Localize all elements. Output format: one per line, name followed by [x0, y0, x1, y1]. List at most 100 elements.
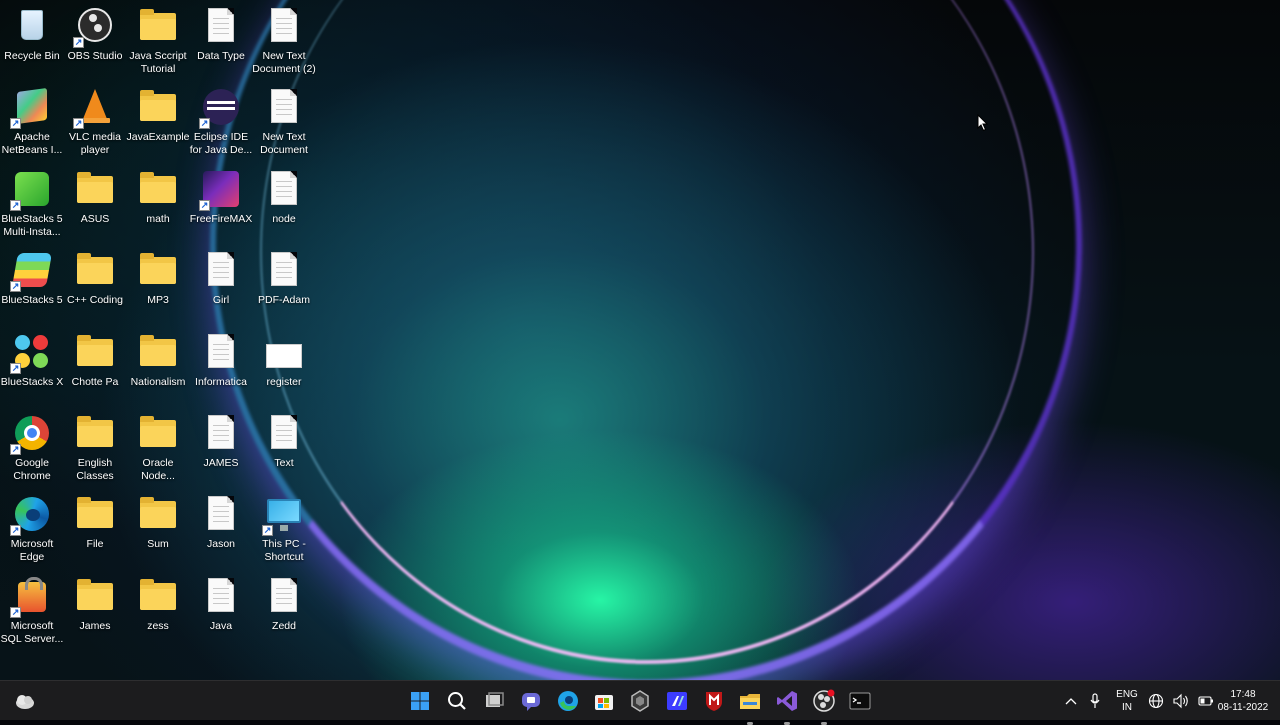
text-document-icon — [201, 413, 241, 453]
desktop-icon-c-coding[interactable]: C++ Coding — [63, 246, 127, 324]
desktop-icon-label: JavaExample — [126, 131, 190, 144]
clock-date: 08-11-2022 — [1217, 702, 1269, 713]
folder-icon — [138, 332, 178, 372]
desktop-icon-label: This PC - Shortcut — [262, 538, 306, 564]
text-document-icon — [201, 250, 241, 290]
desktop-icon-bluestacks-5[interactable]: ↗ BlueStacks 5 — [0, 246, 64, 324]
widgets-button[interactable] — [12, 681, 38, 721]
desktop-icon-chotte-pa[interactable]: Chotte Pa — [63, 328, 127, 406]
desktop-icon-bluestacks-x[interactable]: ↗ BlueStacks X — [0, 328, 64, 406]
desktop-icon-text[interactable]: Text — [252, 409, 316, 487]
desktop-icon-file[interactable]: File — [63, 490, 127, 568]
edge-icon: ↗ — [10, 494, 52, 537]
folder-icon — [75, 332, 115, 372]
shortcut-arrow-icon: ↗ — [73, 37, 84, 48]
app-button-1[interactable] — [627, 688, 653, 714]
desktop-icon-sum[interactable]: Sum — [126, 490, 190, 568]
desktop-icon-microsoft-sql-server[interactable]: ↗ Microsoft SQL Server... — [0, 572, 64, 650]
language-indicator[interactable]: ENG IN — [1110, 681, 1144, 721]
folder-icon — [138, 169, 178, 209]
desktop-icon-label: Java Sccript Tutorial — [129, 50, 187, 75]
desktop-icon-java[interactable]: Java — [189, 572, 253, 650]
desktop-icon-obs-studio[interactable]: ↗ OBS Studio — [63, 2, 127, 80]
desktop-icon-label: Text — [274, 457, 294, 469]
mcafee-button[interactable] — [701, 688, 727, 714]
chrome-icon: ↗ — [10, 413, 52, 455]
task-view-button[interactable] — [481, 688, 507, 714]
show-hidden-icons-button[interactable] — [1062, 681, 1080, 721]
desktop-icon-node[interactable]: node — [252, 165, 316, 243]
desktop-icon-java-sccript-tutorial[interactable]: Java Sccript Tutorial — [126, 2, 190, 80]
desktop-icon-zess[interactable]: zess — [126, 572, 190, 650]
desktop-icon-label: Recycle Bin — [4, 50, 60, 62]
chat-button[interactable] — [518, 688, 544, 714]
desktop-icon-jason[interactable]: Jason — [189, 490, 253, 568]
file-icon — [264, 332, 304, 372]
desktop-icon-label: BlueStacks 5 — [1, 294, 63, 307]
search-button[interactable] — [444, 688, 470, 714]
desktop-icon-zedd[interactable]: Zedd — [252, 572, 316, 650]
desktop-icon-label: JAMES — [203, 457, 239, 469]
desktop-icon-james[interactable]: James — [63, 572, 127, 650]
search-icon — [448, 692, 466, 710]
desktop-icon-label: Girl — [212, 294, 230, 307]
microphone-button[interactable] — [1086, 681, 1104, 721]
mcafee-icon — [706, 692, 722, 711]
desktop-icon-recycle-bin[interactable]: Recycle Bin — [0, 2, 64, 80]
bluestacks-multi-icon: ↗ — [10, 169, 52, 211]
shortcut-arrow-icon: ↗ — [10, 362, 21, 374]
desktop-icon-informatica[interactable]: Informatica — [189, 328, 253, 406]
file-explorer-button[interactable] — [737, 688, 763, 725]
clock-time: 17:48 — [1230, 689, 1256, 700]
desktop-icon-javaexample[interactable]: JavaExample — [126, 83, 190, 161]
desktop-icon-new-text-document[interactable]: New Text Document — [252, 83, 316, 161]
desktop-icon-eclipse-ide-for-java-de[interactable]: ↗ Eclipse IDE for Java De... — [189, 83, 253, 161]
folder-icon — [138, 413, 178, 453]
desktop-icon-james[interactable]: JAMES — [189, 409, 253, 487]
app-button-2[interactable] — [664, 688, 690, 714]
language-region: IN — [1122, 702, 1132, 713]
desktop-icon-new-text-document-2[interactable]: New Text Document (2) — [252, 2, 316, 80]
desktop-icon-math[interactable]: math — [126, 165, 190, 243]
desktop-icon-oracle-node[interactable]: Oracle Node... — [126, 409, 190, 487]
visual-studio-button[interactable] — [774, 688, 800, 725]
desktop-icon-label: VLC media player — [69, 131, 121, 157]
desktop-icon-english-classes[interactable]: English Classes — [63, 409, 127, 487]
desktop-icon-vlc-media-player[interactable]: ↗ VLC media player — [63, 83, 127, 161]
desktop-icon-asus[interactable]: ASUS — [63, 165, 127, 243]
desktop-icon-register[interactable]: register — [252, 328, 316, 406]
freefire-icon: ↗ — [199, 169, 241, 211]
desktop-icon-label: File — [86, 538, 104, 551]
folder-icon — [138, 87, 178, 127]
desktop-icon-bluestacks-5-multi-insta[interactable]: ↗ BlueStacks 5 Multi-Insta... — [0, 165, 64, 243]
desktop-icon-pdf-adam[interactable]: PDF-Adam — [252, 246, 316, 324]
desktop-icon-nationalism[interactable]: Nationalism — [126, 328, 190, 406]
folder-icon — [75, 413, 115, 453]
shortcut-arrow-icon: ↗ — [199, 118, 210, 130]
folder-icon — [138, 250, 178, 290]
desktop-icon-google-chrome[interactable]: ↗ Google Chrome — [0, 409, 64, 487]
desktop-icon-apache-netbeans-i[interactable]: ↗ Apache NetBeans I... — [0, 83, 64, 161]
obs-taskbar-button[interactable] — [811, 688, 837, 725]
visual-studio-icon — [777, 691, 797, 711]
folder-icon — [75, 250, 115, 290]
edge-taskbar-button[interactable] — [555, 688, 581, 714]
desktop-icon-label: BlueStacks X — [0, 375, 64, 388]
desktop-icon-label: Eclipse IDE for Java De... — [189, 131, 253, 157]
hexagon-app-icon — [631, 690, 649, 712]
clock[interactable]: 17:48 08-11-2022 — [1214, 681, 1272, 721]
desktop-icon-data-type[interactable]: Data Type — [189, 2, 253, 80]
desktop-icon-this-pc-shortcut[interactable]: ↗ This PC - Shortcut — [252, 490, 316, 568]
terminal-button[interactable] — [847, 688, 873, 714]
start-button[interactable] — [407, 688, 433, 714]
quick-settings-button[interactable] — [1148, 681, 1214, 721]
desktop-icon-freefiremax[interactable]: ↗ FreeFireMAX — [189, 165, 253, 243]
desktop-icon-label: Google Chrome — [13, 457, 51, 482]
network-globe-icon — [1148, 693, 1164, 709]
desktop-icon-girl[interactable]: Girl — [189, 246, 253, 324]
store-button[interactable] — [591, 688, 617, 714]
folder-icon — [75, 576, 115, 616]
desktop-icon-mp3[interactable]: MP3 — [126, 246, 190, 324]
microphone-icon — [1090, 693, 1100, 708]
desktop-icon-microsoft-edge[interactable]: ↗ Microsoft Edge — [0, 490, 64, 568]
